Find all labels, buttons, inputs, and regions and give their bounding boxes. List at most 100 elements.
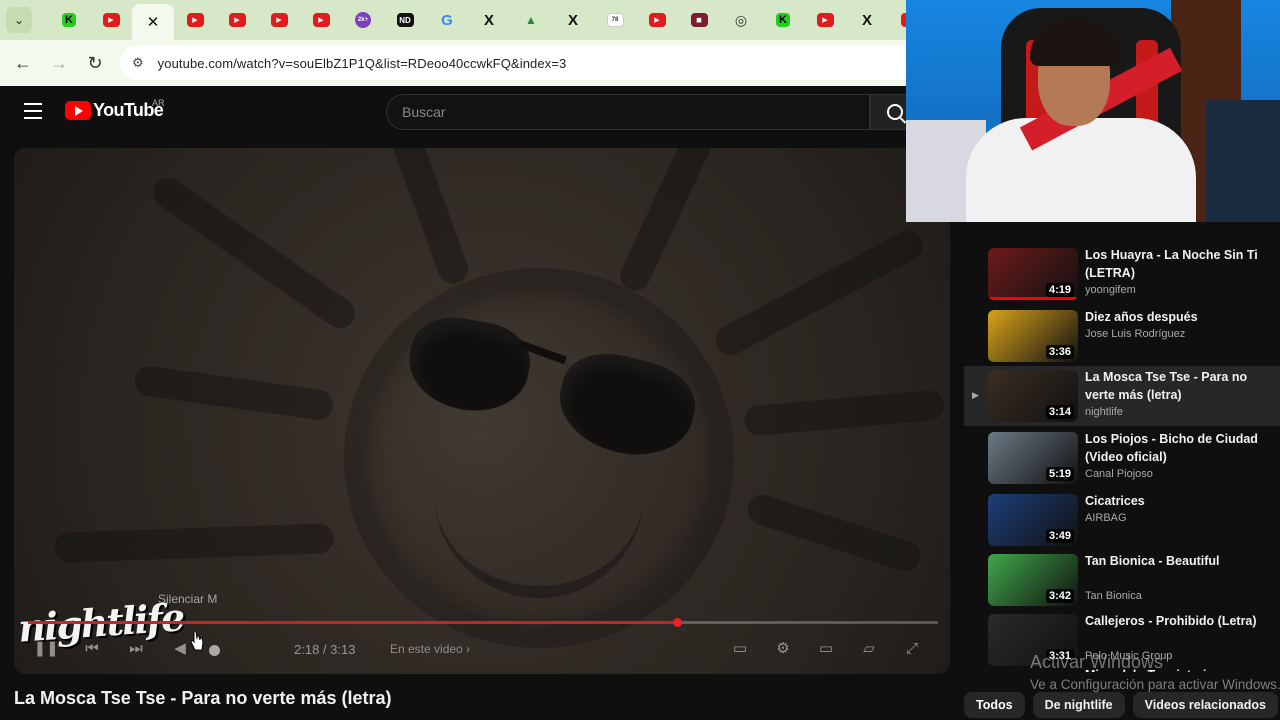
fullscreen-icon[interactable]: ⤢	[902, 638, 922, 658]
playlist-item-title[interactable]: Diez años después	[1085, 308, 1275, 326]
playlist-item-title[interactable]: La Mosca Tse Tse - Para no verte más (le…	[1085, 368, 1275, 404]
playlist-item[interactable]: 3:42 Tan Bionica - Beautiful Tan Bionica	[964, 550, 1280, 610]
browser-tab[interactable]: K	[48, 5, 90, 35]
playlist-item-channel: AIRBAG	[1085, 512, 1127, 524]
chapters-button[interactable]: En este video ›	[390, 642, 470, 656]
cast-icon[interactable]: ▱	[859, 638, 879, 658]
playlist-panel: 4:19 Los Huayra - La Noche Sin Ti (LETRA)…	[964, 222, 1280, 690]
video-thumbnail[interactable]: 3:14	[988, 370, 1078, 422]
video-thumbnail[interactable]: 3:42	[988, 554, 1078, 606]
browser-toolbar: ← → ↻ ⚙ youtube.com/watch?v=souElbZ1P1Q&…	[0, 40, 920, 86]
nd-icon: ND	[396, 13, 414, 27]
video-duration: 4:19	[1045, 283, 1074, 297]
browser-tab[interactable]: K	[762, 5, 804, 35]
address-bar[interactable]: ⚙ youtube.com/watch?v=souElbZ1P1Q&list=R…	[120, 46, 920, 80]
browser-tab[interactable]: ▶	[636, 5, 678, 35]
playlist-item-channel: Canal Piojoso	[1085, 468, 1153, 480]
tab-active[interactable]: ✕	[132, 4, 174, 40]
browser-tab[interactable]: ▶	[258, 5, 300, 35]
video-title: La Mosca Tse Tse - Para no verte más (le…	[14, 688, 392, 708]
video-thumbnail[interactable]: 3:36	[988, 310, 1078, 362]
browser-tab[interactable]: ▶	[174, 5, 216, 35]
video-thumbnail[interactable]: 3:49	[988, 494, 1078, 546]
browser-tab[interactable]: X	[846, 5, 888, 35]
chip-de-nightlife[interactable]: De nightlife	[1032, 692, 1125, 718]
browser-tab[interactable]: G	[426, 5, 468, 35]
video-thumbnail[interactable]: 4:19	[988, 248, 1078, 300]
forward-button[interactable]: →	[41, 45, 77, 81]
related-chips: Todos De nightlife Videos relacionados	[964, 690, 1280, 720]
browser-tab[interactable]: ▶	[804, 5, 846, 35]
now-playing-icon: ▶	[972, 390, 979, 400]
browser-tab[interactable]: 78	[594, 5, 636, 35]
playlist-item-current[interactable]: ▶ 3:14 La Mosca Tse Tse - Para no verte má…	[964, 366, 1280, 426]
screen: ⌄ K ▶ ✕ ▶ ▶ ▶ ▶ 2k+ ND G X ▲ X 78 ▶ ◼ ◎ K ▶ X ▶ ← → ↻ ⚙ youtu…	[0, 0, 1280, 720]
browser-tab[interactable]: ▶	[90, 5, 132, 35]
maroon-icon: ◼	[690, 13, 708, 27]
volume-icon[interactable]: ◀	[170, 638, 190, 658]
progress-scrubber[interactable]	[672, 618, 682, 627]
chip-todos[interactable]: Todos	[964, 692, 1025, 718]
volume-slider-handle[interactable]	[209, 645, 220, 656]
playlist-item-title[interactable]: Los Huayra - La Noche Sin Ti (LETRA)	[1085, 246, 1275, 282]
subtitles-icon[interactable]: ▭	[730, 638, 750, 658]
country-code: AR	[152, 98, 165, 108]
youtube-icon: ▶	[816, 13, 834, 27]
previous-icon[interactable]: ⏮	[82, 638, 102, 658]
browser-tab[interactable]: ▲	[510, 5, 552, 35]
controls-left: ❚❚ ⏮ ⏭ ◀	[33, 638, 190, 658]
youtube-logo[interactable]: YouTube AR	[65, 98, 165, 121]
browser-tab[interactable]: ◼	[678, 5, 720, 35]
youtube-icon: ▶	[186, 13, 204, 27]
chip-videos-relacionados[interactable]: Videos relacionados	[1132, 692, 1278, 718]
next-icon[interactable]: ⏭	[126, 638, 146, 658]
progress-played	[28, 621, 677, 624]
browser-tab[interactable]: ND	[384, 5, 426, 35]
search-input[interactable]: Buscar	[386, 94, 870, 130]
youtube-icon: ▶	[648, 13, 666, 27]
x-icon: X	[483, 11, 494, 29]
browser-tab[interactable]: ▶	[216, 5, 258, 35]
mouse-cursor-icon	[190, 630, 204, 651]
playlist-item[interactable]: 4:19 Los Huayra - La Noche Sin Ti (LETRA)…	[964, 244, 1280, 304]
tab-search-button[interactable]: ⌄	[6, 7, 32, 33]
close-icon[interactable]: ✕	[145, 14, 162, 31]
video-duration: 3:42	[1045, 589, 1074, 603]
webcam-overlay	[906, 0, 1280, 222]
search-icon	[887, 104, 903, 120]
play-pause-icon[interactable]: ❚❚	[33, 638, 58, 658]
playlist-item[interactable]: 3:49 Cicatrices AIRBAG	[964, 490, 1280, 550]
browser-tab[interactable]: X	[552, 5, 594, 35]
progress-bar[interactable]	[28, 618, 938, 627]
browser-tab[interactable]: X	[468, 5, 510, 35]
reload-button[interactable]: ↻	[77, 45, 113, 81]
playlist-item-title[interactable]: Cicatrices	[1085, 492, 1275, 510]
2k-icon: 2k+	[355, 12, 371, 28]
url-text: youtube.com/watch?v=souElbZ1P1Q&list=RDe…	[157, 55, 567, 71]
youtube-icon: ▶	[312, 13, 330, 27]
browser-tab[interactable]: 2k+	[342, 5, 384, 35]
circle-icon: ◎	[734, 11, 748, 28]
youtube-icon: ▶	[228, 13, 246, 27]
browser-tab[interactable]: ◎	[720, 5, 762, 35]
theater-mode-icon[interactable]: ▭	[816, 638, 836, 658]
playlist-item-title[interactable]: Tan Bionica - Beautiful	[1085, 552, 1275, 570]
controls-right: ▭ ⚙ ▭ ▱ ⤢	[730, 638, 922, 658]
kick-icon: K	[62, 13, 76, 27]
browser-tab[interactable]: ▶	[300, 5, 342, 35]
windows-activation-title: Activar Windows	[1030, 652, 1164, 672]
video-thumbnail[interactable]: 5:19	[988, 432, 1078, 484]
playlist-item-channel: nightlife	[1085, 406, 1123, 418]
site-info-icon[interactable]: ⚙	[132, 55, 144, 71]
menu-icon[interactable]	[22, 101, 44, 121]
video-player[interactable]: nightlife Silenciar M ❚❚ ⏮ ⏭ ◀ 2:18 / 3:…	[14, 148, 950, 674]
time-display: 2:18 / 3:13	[294, 642, 356, 657]
settings-icon[interactable]: ⚙	[773, 638, 793, 658]
back-button[interactable]: ←	[5, 45, 41, 81]
playlist-item[interactable]: 3:36 Diez años después Jose Luis Rodríguez	[964, 306, 1280, 366]
playlist-item-title[interactable]: Callejeros - Prohibido (Letra)	[1085, 612, 1275, 630]
video-duration: 3:14	[1045, 405, 1074, 419]
playlist-item[interactable]: 5:19 Los Piojos - Bicho de Ciudad (Video …	[964, 428, 1280, 488]
youtube-icon: ▶	[270, 13, 288, 27]
playlist-item-title[interactable]: Los Piojos - Bicho de Ciudad (Video ofic…	[1085, 430, 1275, 466]
